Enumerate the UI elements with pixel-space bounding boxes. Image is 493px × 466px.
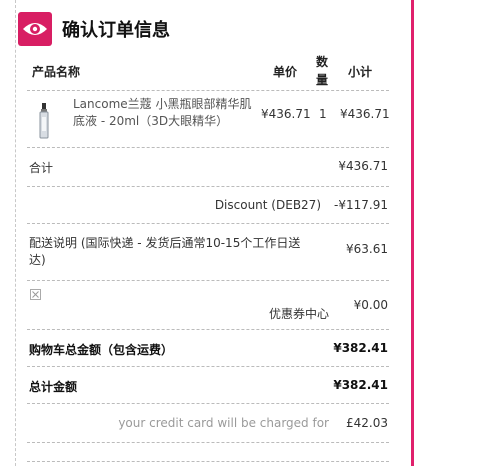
total-value: ¥436.71 bbox=[338, 159, 388, 173]
charge-row: your credit card will be charged for £42… bbox=[27, 404, 389, 443]
left-dashed-border bbox=[15, 0, 16, 466]
discount-label: Discount (DEB27) bbox=[214, 198, 321, 212]
coupon-row: 优惠券中心 ¥0.00 bbox=[27, 281, 389, 330]
column-product-name: 产品名称 bbox=[32, 65, 81, 79]
table-header-row: 产品名称 单价 数 量 小计 bbox=[27, 48, 389, 91]
column-quantity-line1: 数 bbox=[316, 55, 329, 69]
total-row: 合计 ¥436.71 bbox=[27, 148, 389, 187]
cart-total-row: 购物车总金额（包含运费） ¥382.41 bbox=[27, 330, 389, 367]
line-subtotal: ¥436.71 bbox=[340, 107, 390, 121]
cart-total-label: 购物车总金额（包含运费） bbox=[29, 343, 174, 357]
product-thumbnail[interactable] bbox=[37, 103, 51, 139]
page-title: 确认订单信息 bbox=[62, 20, 170, 41]
column-subtotal: 小计 bbox=[348, 65, 373, 79]
quantity-value: 1 bbox=[319, 107, 327, 121]
unit-price: ¥436.71 bbox=[261, 107, 311, 121]
total-label: 合计 bbox=[29, 161, 54, 175]
shipping-value: ¥63.61 bbox=[346, 242, 388, 256]
shipping-row: 配送说明 (国际快递 - 发货后通常10-15个工作日送 达) ¥63.61 bbox=[27, 224, 389, 281]
broken-image-icon bbox=[30, 289, 41, 300]
table-row: Lancome兰蔻 小黑瓶眼部精华肌 底液 - 20ml（3D大眼精华） ¥43… bbox=[27, 91, 390, 148]
shipping-label-line1: 配送说明 (国际快递 - 发货后通常10-15个工作日送 bbox=[29, 236, 301, 250]
discount-value: -¥117.91 bbox=[334, 198, 388, 212]
eye-icon bbox=[18, 12, 52, 46]
table-footer-spacer bbox=[27, 443, 389, 462]
column-unit-price: 单价 bbox=[273, 65, 298, 79]
right-accent-border bbox=[411, 0, 414, 466]
charge-label: your credit card will be charged for bbox=[118, 416, 329, 430]
charge-value: £42.03 bbox=[346, 416, 388, 430]
product-name-line1[interactable]: Lancome兰蔻 小黑瓶眼部精华肌 bbox=[73, 95, 251, 112]
product-name-line2[interactable]: 底液 - 20ml（3D大眼精华） bbox=[73, 112, 228, 129]
section-header: 确认订单信息 bbox=[18, 12, 170, 46]
cart-total-value: ¥382.41 bbox=[333, 341, 388, 355]
coupon-value: ¥0.00 bbox=[353, 298, 388, 312]
column-quantity-line2: 量 bbox=[316, 73, 329, 87]
grand-total-row: 总计金额 ¥382.41 bbox=[27, 367, 389, 404]
grand-total-label: 总计金额 bbox=[29, 380, 78, 394]
discount-row: Discount (DEB27) -¥117.91 bbox=[27, 187, 389, 224]
grand-total-value: ¥382.41 bbox=[333, 378, 388, 392]
coupon-center-link[interactable]: 优惠券中心 bbox=[269, 305, 329, 322]
order-summary-table: 产品名称 单价 数 量 小计 Lancome兰蔻 小黑瓶眼部精华肌 底液 - 2… bbox=[27, 48, 390, 462]
shipping-label-line2: 达) bbox=[29, 253, 46, 267]
